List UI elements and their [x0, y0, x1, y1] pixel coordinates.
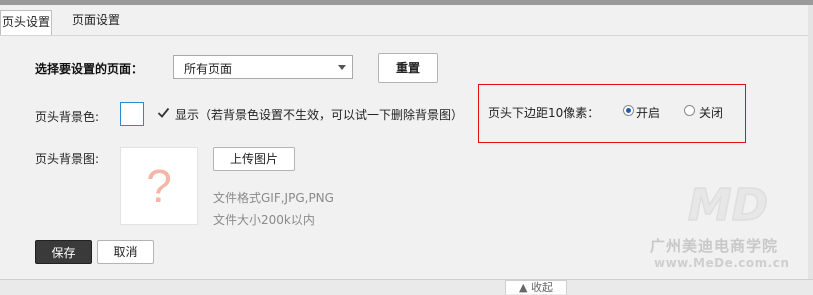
- bg-image-label: 页头背景图:: [35, 152, 100, 166]
- page-select-value: 所有页面: [184, 62, 233, 76]
- cancel-button[interactable]: 取消: [97, 240, 154, 264]
- collapse-toggle[interactable]: ▲ 收起: [505, 280, 567, 294]
- bottom-panel-divider: [0, 279, 813, 295]
- radio-disable-label: 关闭: [699, 106, 724, 120]
- page-select-label: 选择要设置的页面：: [35, 62, 144, 76]
- bg-color-label: 页头背景色:: [35, 110, 100, 124]
- watermark-url: www.MeDe.com.cn: [654, 256, 790, 270]
- reset-button[interactable]: 重置: [378, 53, 438, 83]
- tab-page-settings[interactable]: 页面设置: [66, 9, 126, 31]
- tab-header-settings[interactable]: 页头设置: [0, 10, 52, 35]
- file-size-hint: 文件大小200k以内: [213, 213, 315, 227]
- save-button[interactable]: 保存: [35, 240, 92, 264]
- radio-enable[interactable]: [623, 105, 634, 116]
- scrollbar[interactable]: [808, 5, 813, 279]
- file-format-hint: 文件格式GIF,JPG,PNG: [213, 191, 334, 205]
- watermark-name: 广州美迪电商学院: [650, 237, 779, 255]
- checkmark-icon: [157, 107, 170, 118]
- header-margin-label: 页头下边距10像素：: [488, 106, 600, 120]
- radio-enable-label: 开启: [636, 106, 661, 120]
- question-mark-icon: ?: [146, 160, 172, 212]
- show-bg-checkbox[interactable]: [157, 106, 170, 119]
- bg-color-picker[interactable]: [120, 102, 144, 126]
- upload-image-button[interactable]: 上传图片: [213, 147, 295, 171]
- show-bg-checkbox-label: 显示（若背景色设置不生效，可以试一下删除背景图）: [175, 108, 464, 122]
- chevron-down-icon: [338, 65, 346, 70]
- radio-disable[interactable]: [684, 105, 695, 116]
- tab-bar: 页头设置 页面设置: [0, 5, 813, 36]
- image-placeholder: ?: [120, 147, 198, 225]
- watermark-logo-text: MD: [688, 180, 768, 230]
- watermark-logo: MD: [687, 179, 769, 230]
- page-select-dropdown[interactable]: 所有页面: [173, 55, 353, 79]
